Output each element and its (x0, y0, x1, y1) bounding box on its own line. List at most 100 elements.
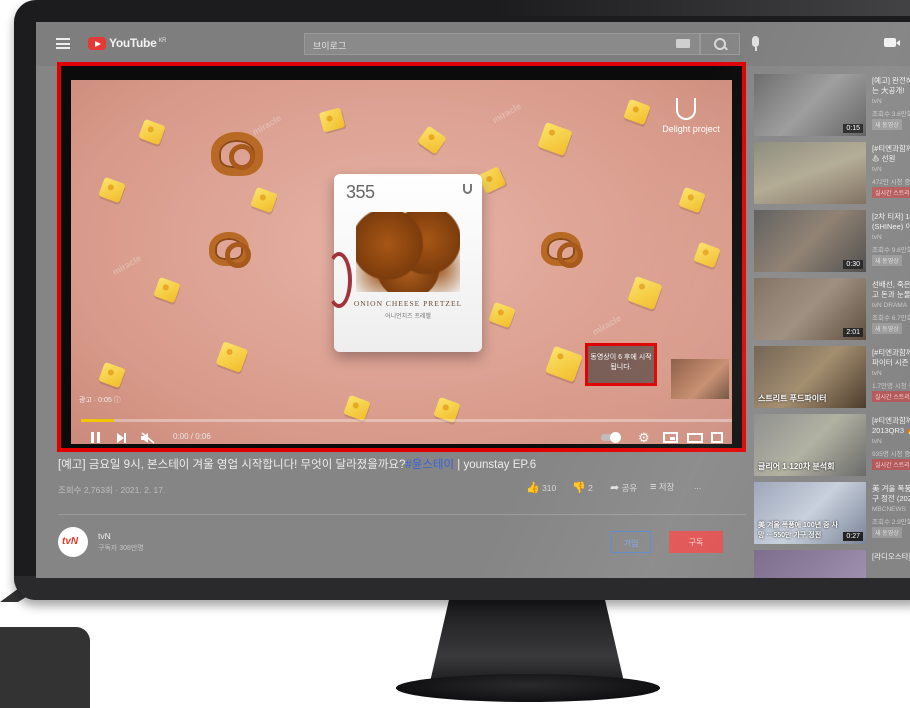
thumbnail-caption: 스트리트 푸드파이터 (758, 394, 827, 403)
progress-fill (81, 419, 115, 422)
video-title-main: [예고] 금요일 9시, 본스테이 겨울 영업 시작합니다! 무엇이 달라졌을까… (58, 459, 406, 471)
video-views: 조회수 3.6만회 (872, 111, 910, 118)
theater-mode-icon[interactable] (687, 433, 703, 443)
channel-avatar[interactable]: tvN (58, 527, 88, 557)
watermark: miracle (110, 252, 143, 278)
search-button[interactable] (700, 33, 740, 55)
like-button[interactable]: 👍 310 (526, 481, 556, 494)
cheese-cube (153, 276, 181, 304)
live-badge: 실시간 스트리밍 (872, 459, 910, 470)
menu-icon[interactable] (56, 38, 70, 49)
video-title-hashtag[interactable]: #윤스테이 (405, 459, 454, 471)
recommended-video[interactable]: [라디오스타] 뭐 (754, 550, 910, 578)
thumbs-down-icon: 👎 (572, 482, 586, 494)
bag-product-name: ONION CHEESE PRETZEL (353, 299, 463, 308)
recommended-video[interactable]: 0:30 [2차 티저] 14세 (SHINee) 이다 tvN 조회수 9.6… (754, 210, 910, 276)
brand-text: Delight project (662, 124, 720, 134)
video-thumbnail[interactable] (754, 142, 866, 204)
countdown-notice[interactable]: 동영상이 6 후에 시작됩니다. (585, 343, 657, 386)
miniplayer-icon[interactable] (663, 432, 678, 443)
avatar-logo-text: tvN (62, 536, 79, 547)
video-player[interactable]: miracle miracle miracle miracle 355 ONIO… (57, 62, 746, 452)
video-title[interactable]: [#티엔과함께] 사이 ♨ 선원 (872, 144, 910, 164)
cheese-cube (318, 107, 346, 133)
youtube-header: YouTube KR 브이로그 (36, 22, 910, 66)
cheese-cube (627, 275, 663, 311)
video-thumbnail[interactable]: 글리어 1-120차 분석회 (754, 414, 866, 476)
autoplay-toggle[interactable] (601, 431, 621, 443)
dislike-button[interactable]: 👎 2 (572, 481, 593, 494)
video-channel: tvN (872, 370, 882, 377)
pretzel (211, 132, 263, 176)
recommended-video[interactable]: 글리어 1-120차 분석회 [#티엔과함께] 2013QR3 🔥 tvN 93… (754, 414, 910, 480)
search-input[interactable]: 브이로그 (304, 33, 700, 55)
youtube-logo-icon[interactable] (88, 37, 106, 50)
video-title[interactable]: [라디오스타] 뭐 (872, 552, 910, 572)
like-count: 310 (542, 483, 557, 493)
video-channel: tvN (872, 438, 882, 445)
fullscreen-icon[interactable] (711, 432, 723, 443)
video-views: 조회수 9.6만회 (872, 247, 910, 254)
video-thumbnail[interactable]: 2:01 (754, 278, 866, 340)
video-thumbnail[interactable]: 0:15 (754, 74, 866, 136)
video-title[interactable]: [#티엔과함께] 푸드파이터 시즌 (872, 348, 910, 368)
recommended-video[interactable]: 美 겨울 폭풍에 100년 중 사망 ···550만 가구 정전 0:27 美 겨… (754, 482, 910, 548)
video-thumbnail[interactable]: 스트리트 푸드파이터 (754, 346, 866, 408)
cheese-cube (693, 241, 721, 269)
pause-icon[interactable] (91, 432, 100, 443)
keyboard-icon[interactable] (676, 39, 690, 48)
monitor-chin (14, 576, 910, 600)
video-title[interactable]: 선배선, 죽은 줄 알고 돈과 눈물의 삶 (872, 280, 910, 300)
video-title[interactable]: [#티엔과함께] 2013QR3 🔥 (872, 416, 910, 436)
new-badge: 새 동영상 (872, 119, 902, 130)
ad-label: 광고 · 0:05 ⓘ (79, 397, 121, 404)
video-title[interactable]: [예고] 완전하게 먹는 大공개! (872, 76, 910, 96)
video-thumbnail[interactable] (754, 550, 866, 578)
gear-icon[interactable]: ⚙ (638, 431, 650, 444)
bag-logo-icon (463, 184, 472, 194)
video-duration: 0:27 (843, 532, 863, 541)
bag-subtitle: 어니언치즈 프레첼 (385, 314, 431, 320)
create-video-icon[interactable] (884, 38, 900, 47)
recommended-video[interactable]: 0:15 [예고] 완전하게 먹는 大공개! tvN 조회수 3.6만회 새 동… (754, 74, 910, 140)
video-title[interactable]: 美 겨울 폭풍에 가구 정전 (2021 (872, 484, 910, 504)
cheese-cube (250, 186, 278, 214)
more-label: ... (694, 481, 702, 491)
youtube-logo[interactable]: YouTube KR (109, 36, 166, 50)
recommended-video[interactable]: 2:01 선배선, 죽은 줄 알고 돈과 눈물의 삶 tvN DRAMA 조회수… (754, 278, 910, 344)
channel-subscriber-count: 구독자 308만명 (98, 545, 144, 552)
cheese-cube (488, 301, 516, 329)
cheese-cube (343, 394, 371, 422)
video-channel: tvN DRAMA (872, 302, 908, 309)
watermark: miracle (490, 100, 523, 126)
video-duration: 2:01 (843, 328, 863, 337)
video-thumbnail[interactable]: 美 겨울 폭풍에 100년 중 사망 ···550만 가구 정전 0:27 (754, 482, 866, 544)
join-button[interactable]: 가입 (611, 531, 651, 553)
share-button[interactable]: ➦ 공유 (610, 481, 637, 494)
channel-name[interactable]: tvN (98, 531, 111, 541)
logo-region: KR (158, 38, 167, 44)
search-value: 브이로그 (313, 41, 347, 51)
pretzel (209, 232, 251, 268)
playlist-add-icon: ≡ (650, 481, 657, 493)
video-meta: 조회수 2,763회 · 2021. 2. 17. (58, 485, 166, 495)
recommended-video[interactable]: 스트리트 푸드파이터 [#티엔과함께] 푸드파이터 시즌 tvN 1.7만명 시… (754, 346, 910, 412)
more-actions-button[interactable]: ... (694, 481, 701, 491)
bag-pretzels (356, 212, 460, 292)
video-thumbnail[interactable]: 0:30 (754, 210, 866, 272)
video-duration: 0:30 (843, 260, 863, 269)
live-badge: 실시간 스트리밍 (872, 187, 910, 198)
next-video-thumbnail[interactable] (671, 359, 729, 399)
cheese-cube (623, 98, 651, 126)
video-frame[interactable]: miracle miracle miracle miracle 355 ONIO… (71, 80, 732, 444)
video-title[interactable]: [2차 티저] 14세 (SHINee) 이다 (872, 212, 910, 232)
tooltip-box (0, 627, 90, 708)
mic-icon[interactable] (752, 36, 759, 51)
recommended-video[interactable]: [#티엔과함께] 사이 ♨ 선원 tvN 472만 시청 중 실시간 스트리밍 (754, 142, 910, 208)
subscribe-button[interactable]: 구독 (669, 531, 723, 553)
mute-icon[interactable] (141, 432, 155, 444)
cheese-cube (477, 166, 507, 194)
next-icon[interactable] (117, 433, 126, 443)
save-button[interactable]: ≡ 저장 (650, 481, 674, 493)
progress-bar[interactable] (81, 419, 732, 422)
